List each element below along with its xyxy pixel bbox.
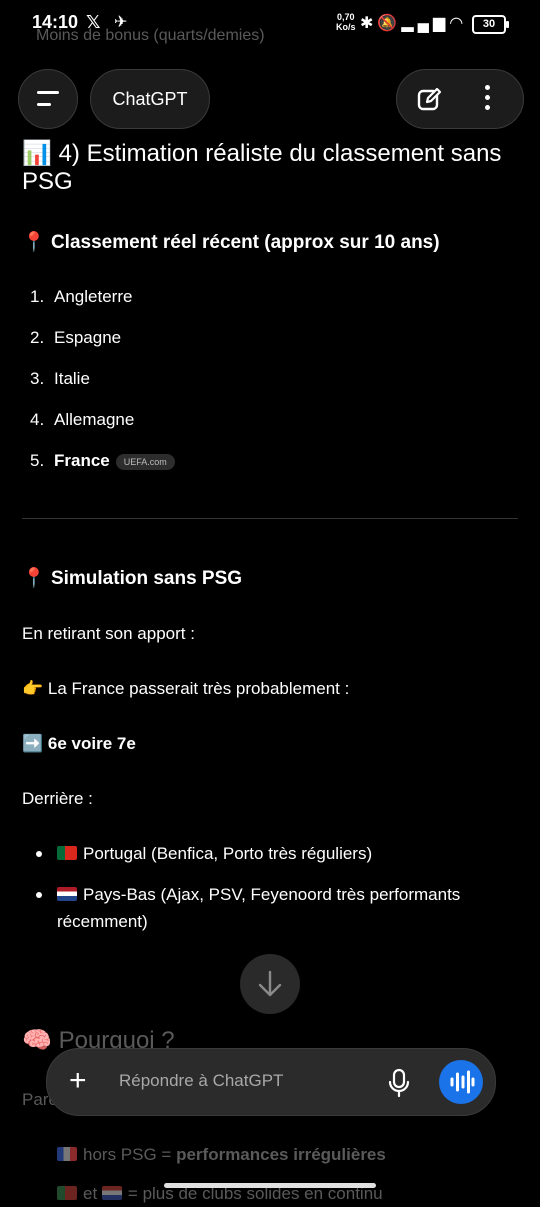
waveform-icon: [450, 1070, 475, 1094]
bullet-dot: [36, 851, 42, 857]
subheading-ranking-text: Classement réel récent (approx sur 10 an…: [50, 232, 440, 253]
section-heading: 📊 4) Estimation réaliste du classement s…: [22, 140, 522, 196]
ranking-label: Espagne: [54, 328, 122, 347]
subheading-simulation: 📍 Simulation sans PSG: [22, 566, 242, 590]
paragraph: 👉 La France passerait très probablement …: [22, 679, 349, 699]
home-indicator[interactable]: [164, 1183, 376, 1188]
previous-bullet: Moins de bonus (quarts/demies): [36, 27, 265, 45]
faded-list-item-text-a: hors PSG =: [83, 1145, 177, 1164]
ranking-number: 3.: [30, 369, 45, 388]
voice-mode-button[interactable]: [439, 1060, 483, 1104]
network-speed-value: 0,70: [336, 12, 355, 22]
previous-bullet-text: Moins de bonus (quarts/demies): [36, 27, 265, 44]
microphone-icon[interactable]: [387, 1068, 411, 1098]
subheading-simulation-text: Simulation sans PSG: [50, 568, 243, 589]
brain-icon: 🧠: [22, 1027, 52, 1054]
ranking-number: 4.: [30, 410, 45, 429]
ranking-number: 1.: [30, 287, 45, 306]
ranking-item: 5. France UEFA.com: [30, 451, 175, 471]
subheading-ranking: 📍 Classement réel récent (approx sur 10 …: [22, 230, 440, 254]
add-attachment-icon[interactable]: +: [69, 1063, 87, 1099]
status-icons: ✱🔕▂▄▆◠: [360, 13, 467, 33]
source-badge[interactable]: UEFA.com: [115, 453, 175, 470]
netherlands-flag-icon: [57, 887, 77, 901]
ranking-number: 5.: [30, 451, 45, 470]
network-speed: 0,70 Ko/s: [336, 12, 356, 32]
model-title: ChatGPT: [112, 89, 188, 109]
chart-emoji-icon: 📊: [22, 140, 52, 167]
paragraph-text: La France passerait très probablement :: [47, 679, 350, 698]
ranking-label: France: [54, 451, 110, 470]
arrow-down-icon: [258, 970, 282, 997]
faded-list-item-text-a: et: [83, 1184, 98, 1203]
portugal-flag-icon: [57, 1186, 77, 1200]
list-item-text: Pays-Bas (Ajax, PSV, Feyenoord très perf…: [57, 885, 461, 931]
menu-icon: [37, 91, 59, 94]
message-input[interactable]: Répondre à ChatGPT: [119, 1071, 283, 1091]
ranking-label: Angleterre: [54, 287, 133, 306]
france-flag-icon: [57, 1147, 77, 1161]
arrow-right-icon: ➡️: [22, 734, 44, 753]
signal-icon: ▂▄▆: [401, 15, 450, 32]
paragraph: En retirant son apport :: [22, 624, 195, 643]
paragraph-bold-text: 6e voire 7e: [47, 734, 136, 753]
message-composer: + Répondre à ChatGPT: [46, 1048, 496, 1116]
ranking-number: 2.: [30, 328, 45, 347]
pin-icon: 📍: [22, 568, 46, 589]
menu-button[interactable]: [18, 69, 78, 129]
header-actions: [396, 69, 524, 129]
battery-icon: 30: [472, 15, 509, 34]
scroll-to-bottom-button[interactable]: [240, 954, 300, 1014]
paragraph-bold: ➡️ 6e voire 7e: [22, 734, 136, 754]
mute-icon: 🔕: [377, 15, 402, 32]
network-speed-unit: Ko/s: [336, 22, 356, 32]
more-options-icon[interactable]: [485, 85, 493, 115]
list-item-text: Portugal (Benfica, Porto très réguliers): [83, 844, 373, 863]
divider: [22, 518, 518, 519]
menu-icon-bottom: [37, 103, 51, 106]
ranking-label: Italie: [54, 369, 90, 388]
bullet-dot: [36, 892, 42, 898]
faded-list-item-text-b: performances irrégulières: [176, 1145, 386, 1164]
ranking-item: 2. Espagne: [30, 328, 121, 348]
bluetooth-icon: ✱: [360, 15, 378, 32]
ranking-item: 3. Italie: [30, 369, 90, 389]
netherlands-flag-icon: [101, 1186, 122, 1200]
model-title-button[interactable]: ChatGPT: [90, 69, 210, 129]
section-heading-text: 4) Estimation réaliste du classement san…: [22, 140, 502, 195]
ranking-item: 1. Angleterre: [30, 287, 132, 307]
portugal-flag-icon: [57, 846, 77, 860]
pointing-hand-icon: 👉: [22, 679, 44, 698]
wifi-icon: ◠: [449, 15, 468, 32]
ranking-label: Allemagne: [54, 410, 135, 429]
paragraph: Derrière :: [22, 789, 93, 808]
ranking-item: 4. Allemagne: [30, 410, 134, 430]
new-chat-icon[interactable]: [415, 85, 443, 113]
pin-icon: 📍: [22, 232, 46, 253]
